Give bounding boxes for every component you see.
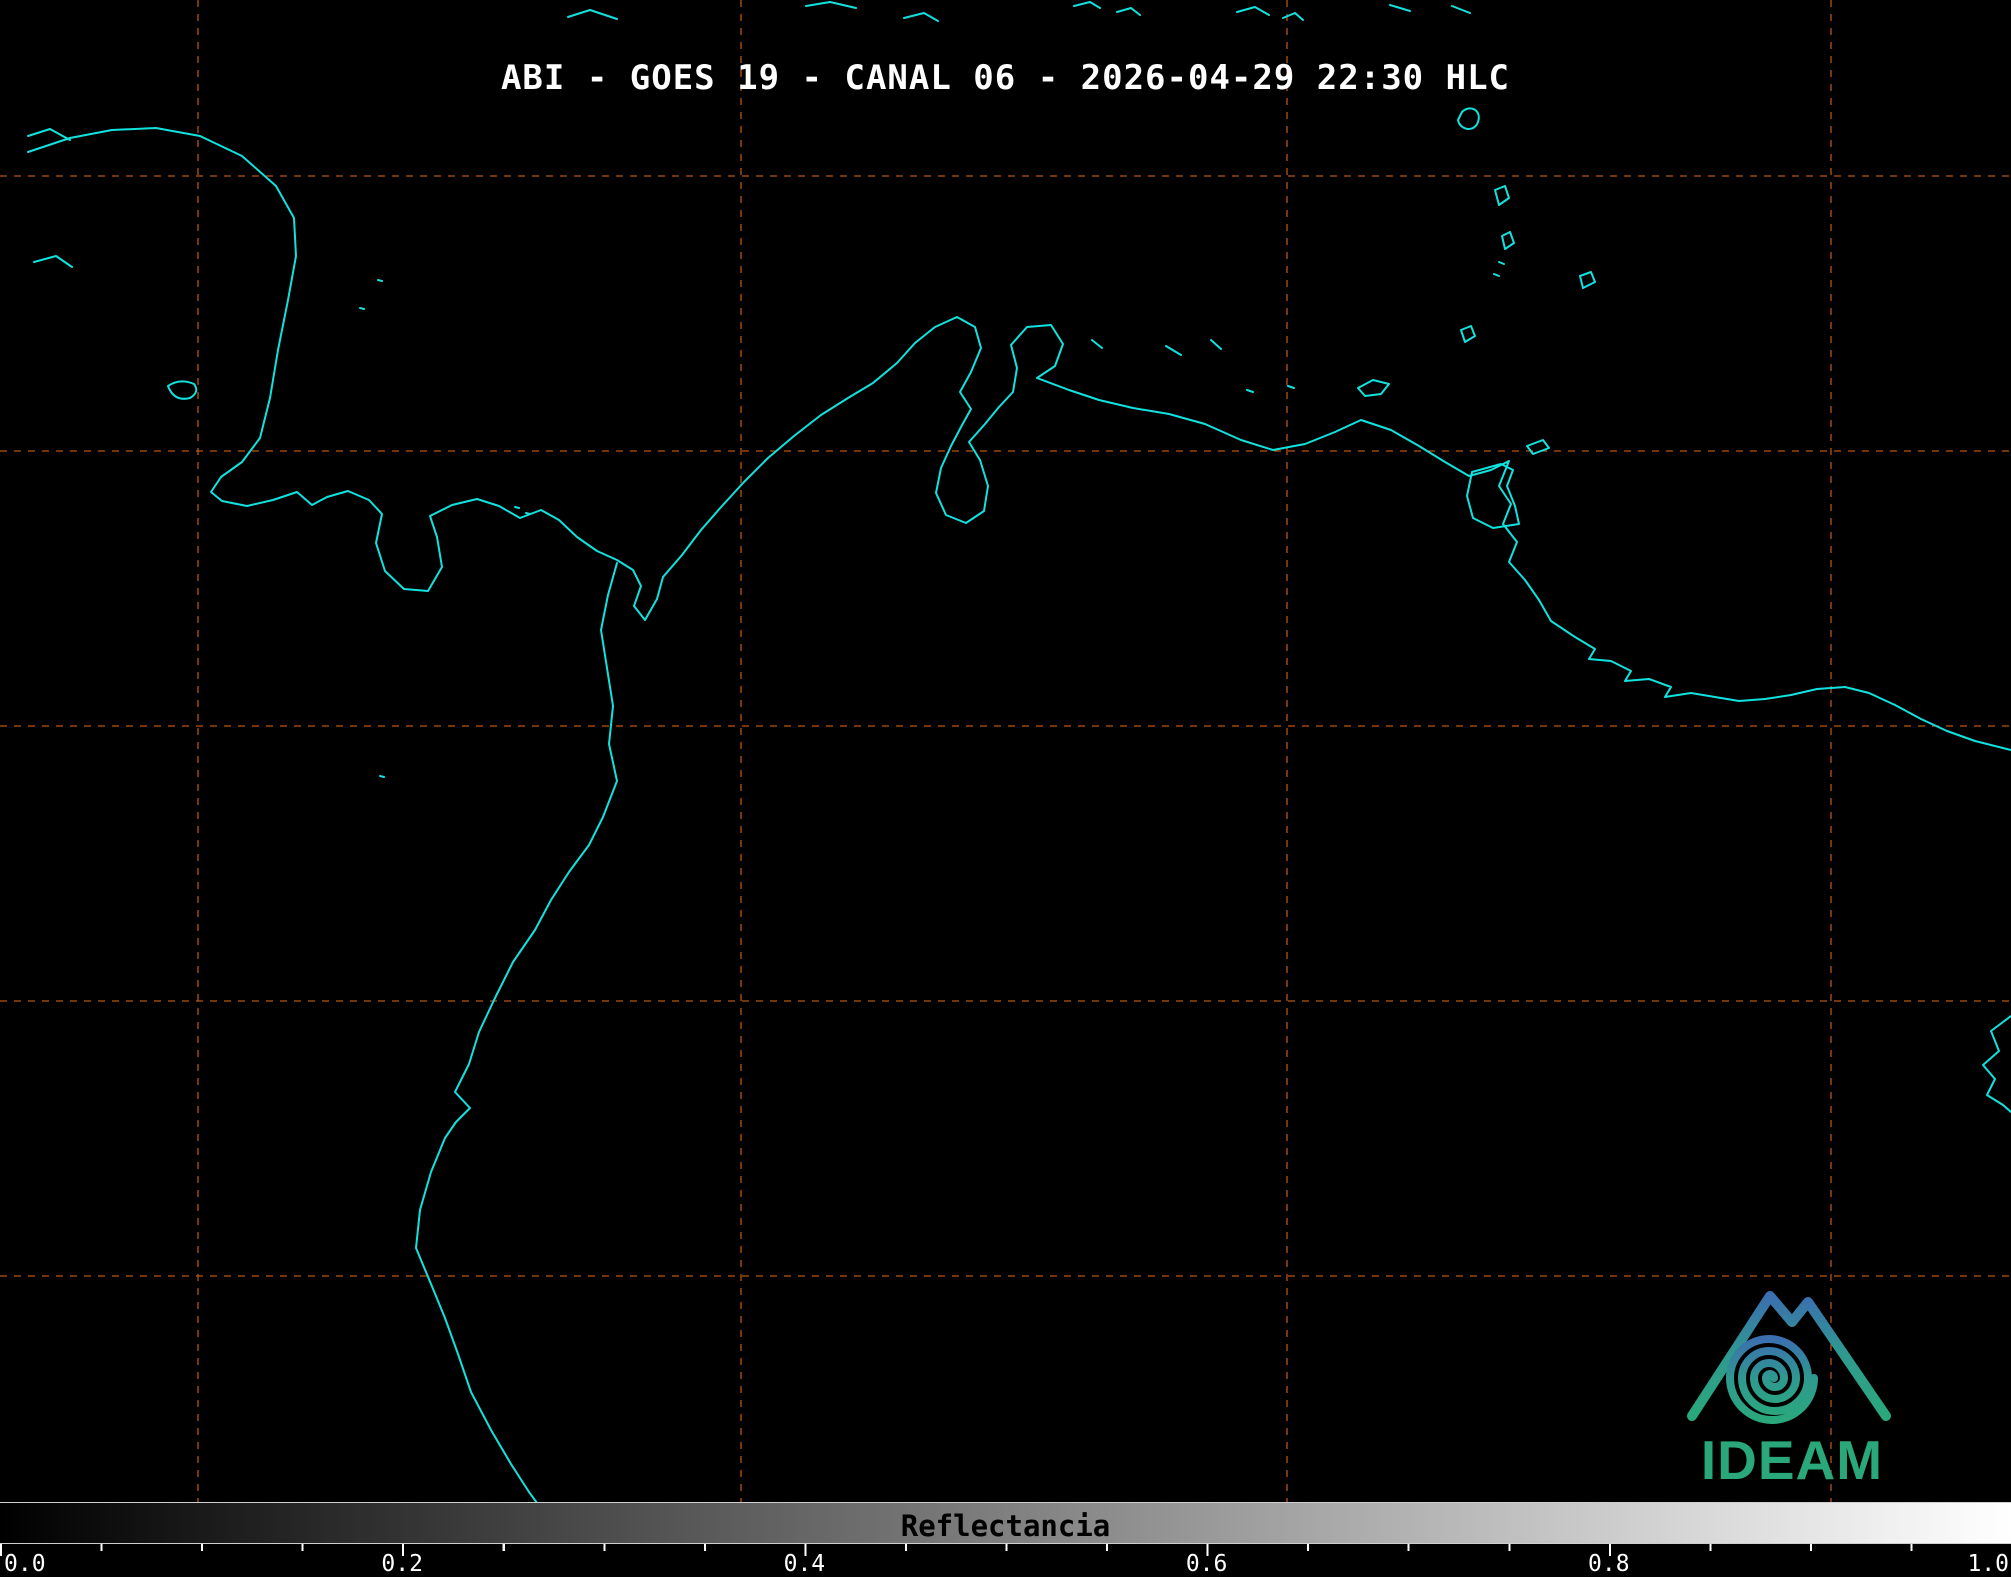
tick-label-1.0: 1.0 xyxy=(1967,1551,2009,1577)
satellite-map-canvas: ABI - GOES 19 - CANAL 06 - 2026-04-29 22… xyxy=(0,0,2011,1503)
coast-caribbean-venezuela xyxy=(662,316,2011,751)
image-title: ABI - GOES 19 - CANAL 06 - 2026-04-29 22… xyxy=(500,58,1511,98)
reflectance-colorbar: Reflectancia xyxy=(0,1502,2011,1544)
coast-abc-islands xyxy=(1091,339,1295,393)
coast-lesser-antilles xyxy=(1457,107,1596,343)
ideam-logo: IDEAM xyxy=(1672,1256,1912,1502)
colorbar-title: Reflectancia xyxy=(900,1509,1111,1543)
colorbar-tick-labels: 0.0 0.2 0.4 0.6 0.8 1.0 xyxy=(0,1551,2011,1577)
tick-label-0.4: 0.4 xyxy=(783,1551,826,1577)
coast-top-fragments xyxy=(567,1,1471,22)
ideam-logo-mark xyxy=(1687,1291,1891,1424)
tick-label-0.2: 0.2 xyxy=(381,1551,423,1577)
coast-lakes-islets xyxy=(167,279,531,778)
tick-label-0.8: 0.8 xyxy=(1588,1551,1630,1577)
coast-margarita xyxy=(1357,379,1390,397)
ideam-logo-text: IDEAM xyxy=(1700,1429,1884,1491)
coast-central-america xyxy=(27,127,664,621)
tick-label-0.6: 0.6 xyxy=(1185,1551,1228,1577)
coast-pacific-south-america xyxy=(415,562,618,1503)
tick-label-0: 0.0 xyxy=(4,1551,46,1577)
cyclone-spiral-icon xyxy=(1725,1335,1818,1424)
coast-tobago xyxy=(1526,439,1550,455)
coast-bottom-right-fragment xyxy=(1982,1015,2011,1113)
